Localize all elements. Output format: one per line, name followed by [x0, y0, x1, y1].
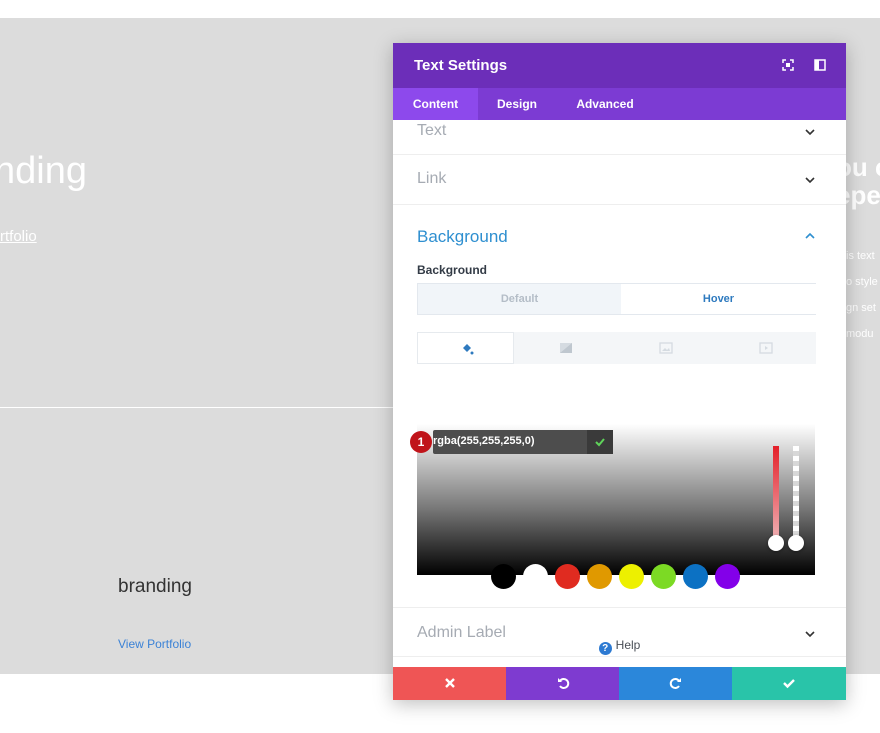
help-label: Help [615, 638, 641, 652]
undo-button[interactable] [506, 667, 620, 700]
tab-design[interactable]: Design [478, 88, 556, 120]
section-link-label: Link [417, 170, 447, 187]
swatch-yellow[interactable] [619, 564, 644, 589]
canvas-right-text-4: modu [846, 328, 874, 340]
redo-icon [669, 678, 681, 689]
opacity-slider[interactable] [793, 446, 799, 543]
modal-footer [393, 667, 846, 700]
color-value-text: rgba(255,255,255,0) [433, 435, 535, 447]
confirm-color-button[interactable] [587, 430, 613, 454]
swatch-black[interactable] [491, 564, 516, 589]
toggle-hover[interactable]: Hover [621, 284, 816, 314]
swatch-red[interactable] [555, 564, 580, 589]
modal-tabs: Content Design Advanced [393, 88, 846, 120]
modal-body: Text Link Background Background Default … [393, 120, 846, 667]
close-icon [445, 678, 455, 688]
help-link[interactable]: ? Help [393, 638, 846, 655]
canvas-right-text-1: is text [846, 250, 875, 262]
save-button[interactable] [732, 667, 846, 700]
modal-title: Text Settings [414, 57, 508, 74]
canvas-portfolio-link[interactable]: rtfolio [0, 228, 37, 245]
swatch-white[interactable] [523, 564, 548, 589]
text-settings-modal: Text Settings Content Design Advanced Te… [393, 43, 846, 700]
swatch-blue[interactable] [683, 564, 708, 589]
hue-slider[interactable] [773, 446, 779, 543]
background-field-label: Background [417, 263, 488, 277]
page: nding rtfolio branding View Portfolio ou… [0, 0, 880, 733]
fullscreen-icon[interactable] [781, 58, 795, 72]
undo-icon [558, 678, 570, 689]
toggle-default[interactable]: Default [418, 284, 621, 314]
background-gradient-tab[interactable] [517, 332, 614, 364]
chevron-down-icon [805, 129, 815, 136]
color-value-input[interactable]: rgba(255,255,255,0) [433, 430, 613, 454]
hue-slider-handle[interactable] [768, 535, 784, 551]
swatch-purple[interactable] [715, 564, 740, 589]
redo-button[interactable] [619, 667, 733, 700]
section-text[interactable]: Text [393, 120, 846, 155]
gradient-icon [560, 343, 572, 353]
section-background-label[interactable]: Background [417, 227, 508, 247]
help-icon: ? [598, 642, 612, 655]
check-icon [595, 438, 605, 447]
canvas-heading: nding [0, 150, 87, 192]
default-hover-toggle: Default Hover [417, 283, 816, 315]
tab-advanced[interactable]: Advanced [556, 88, 654, 120]
canvas-right-text-3: gn set [846, 302, 876, 314]
image-icon [659, 342, 673, 354]
video-icon [759, 342, 773, 354]
color-picker-area[interactable]: rgba(255,255,255,0) [417, 424, 815, 575]
background-color-tab[interactable] [417, 332, 514, 364]
canvas-right-text-2: o style [846, 276, 878, 288]
background-image-tab[interactable] [617, 332, 714, 364]
discard-button[interactable] [393, 667, 507, 700]
chevron-down-icon [805, 177, 815, 184]
canvas-branding-text: branding [118, 576, 192, 597]
opacity-slider-handle[interactable] [788, 535, 804, 551]
background-video-tab[interactable] [717, 332, 814, 364]
swatch-green[interactable] [651, 564, 676, 589]
canvas-view-portfolio-link[interactable]: View Portfolio [118, 637, 191, 651]
sidebar-icon[interactable] [813, 58, 827, 72]
step-badge: 1 [410, 431, 432, 453]
check-icon [783, 679, 795, 689]
paint-bucket-icon [463, 344, 474, 355]
swatch-orange[interactable] [587, 564, 612, 589]
background-type-tabs [417, 332, 816, 364]
section-text-label: Text [417, 122, 447, 139]
modal-header[interactable]: Text Settings [393, 43, 846, 88]
section-link[interactable]: Link [393, 155, 846, 205]
canvas-divider [0, 407, 400, 408]
chevron-up-icon[interactable] [804, 230, 816, 242]
tab-content[interactable]: Content [393, 88, 478, 120]
